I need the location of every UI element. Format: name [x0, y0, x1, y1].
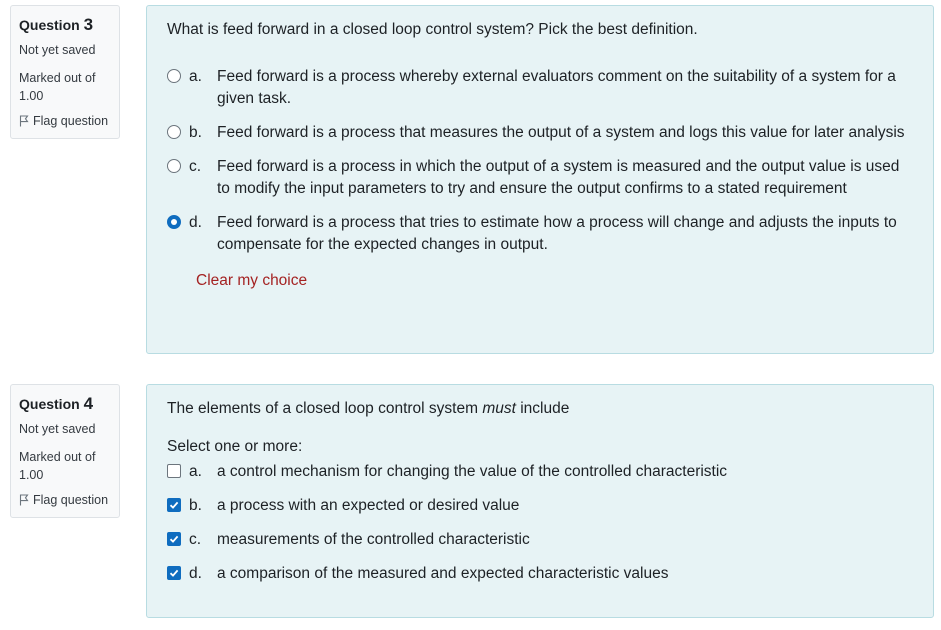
question-4-info: Question 4 Not yet saved Marked out of 1.…	[10, 384, 120, 518]
grade-value: 1.00	[19, 468, 44, 482]
checkbox-b[interactable]	[167, 498, 181, 512]
answer-option-d[interactable]: d. a comparison of the measured and expe…	[167, 563, 913, 585]
option-text[interactable]: Feed forward is a process that measures …	[217, 122, 913, 144]
option-text[interactable]: a comparison of the measured and expecte…	[217, 563, 913, 585]
question-grade: Marked out of 1.00	[19, 448, 119, 484]
answer-option-b[interactable]: b. Feed forward is a process that measur…	[167, 122, 913, 144]
checkbox-a[interactable]	[167, 464, 181, 478]
option-letter: b.	[189, 124, 202, 141]
option-text[interactable]: measurements of the controlled character…	[217, 529, 913, 551]
flag-question-label: Flag question	[33, 493, 109, 507]
question-text-part: The elements of a closed loop control sy…	[167, 400, 483, 417]
flag-icon	[19, 115, 29, 127]
question-label: Question	[19, 17, 80, 33]
checkmark-icon	[169, 501, 179, 509]
flag-question-button[interactable]: Flag question	[19, 114, 119, 128]
option-text[interactable]: Feed forward is a process whereby extern…	[217, 66, 913, 110]
option-letter: d.	[189, 565, 202, 582]
answer-options: a. Feed forward is a process whereby ext…	[167, 66, 913, 256]
question-4-content: The elements of a closed loop control sy…	[146, 384, 934, 618]
question-state: Not yet saved	[19, 43, 96, 57]
checkbox-c[interactable]	[167, 532, 181, 546]
checkmark-icon	[169, 535, 179, 543]
question-state: Not yet saved	[19, 422, 96, 436]
question-number-value: 4	[83, 394, 94, 413]
answer-option-a[interactable]: a. a control mechanism for changing the …	[167, 461, 913, 483]
answer-option-a[interactable]: a. Feed forward is a process whereby ext…	[167, 66, 913, 110]
option-text[interactable]: Feed forward is a process in which the o…	[217, 156, 913, 200]
question-number: Question 3	[19, 15, 119, 35]
question-grade: Marked out of 1.00	[19, 69, 119, 105]
flag-question-button[interactable]: Flag question	[19, 493, 119, 507]
select-prompt: Select one or more:	[167, 438, 303, 455]
checkmark-icon	[169, 569, 179, 577]
option-letter: a.	[189, 68, 202, 85]
grade-value: 1.00	[19, 89, 44, 103]
option-letter: c.	[189, 158, 202, 175]
answer-options: a. a control mechanism for changing the …	[167, 461, 913, 585]
radio-button-c[interactable]	[167, 159, 181, 173]
option-text[interactable]: a process with an expected or desired va…	[217, 495, 913, 517]
question-text-part: include	[515, 400, 570, 417]
flag-icon	[19, 494, 29, 506]
option-letter: a.	[189, 463, 202, 480]
option-letter: d.	[189, 214, 202, 231]
question-3-content: What is feed forward in a closed loop co…	[146, 5, 934, 354]
question-number-value: 3	[83, 15, 94, 34]
option-letter: b.	[189, 497, 202, 514]
checkbox-d[interactable]	[167, 566, 181, 580]
option-text[interactable]: Feed forward is a process that tries to …	[217, 212, 913, 256]
radio-button-d[interactable]	[167, 215, 181, 229]
answer-option-c[interactable]: c. Feed forward is a process in which th…	[167, 156, 913, 200]
flag-question-label: Flag question	[33, 114, 109, 128]
clear-my-choice-link[interactable]: Clear my choice	[196, 270, 307, 292]
question-3-info: Question 3 Not yet saved Marked out of 1.…	[10, 5, 120, 139]
question-text-emphasis: must	[482, 400, 516, 417]
answer-option-c[interactable]: c. measurements of the controlled charac…	[167, 529, 913, 551]
option-text[interactable]: a control mechanism for changing the val…	[217, 461, 913, 483]
option-letter: c.	[189, 531, 202, 548]
answer-option-d[interactable]: d. Feed forward is a process that tries …	[167, 212, 913, 256]
grade-label: Marked out of	[19, 450, 96, 464]
question-number: Question 4	[19, 394, 119, 414]
question-text: The elements of a closed loop control sy…	[167, 399, 913, 419]
radio-button-a[interactable]	[167, 69, 181, 83]
question-text: What is feed forward in a closed loop co…	[167, 21, 698, 38]
question-label: Question	[19, 396, 80, 412]
radio-button-b[interactable]	[167, 125, 181, 139]
grade-label: Marked out of	[19, 71, 96, 85]
answer-option-b[interactable]: b. a process with an expected or desired…	[167, 495, 913, 517]
